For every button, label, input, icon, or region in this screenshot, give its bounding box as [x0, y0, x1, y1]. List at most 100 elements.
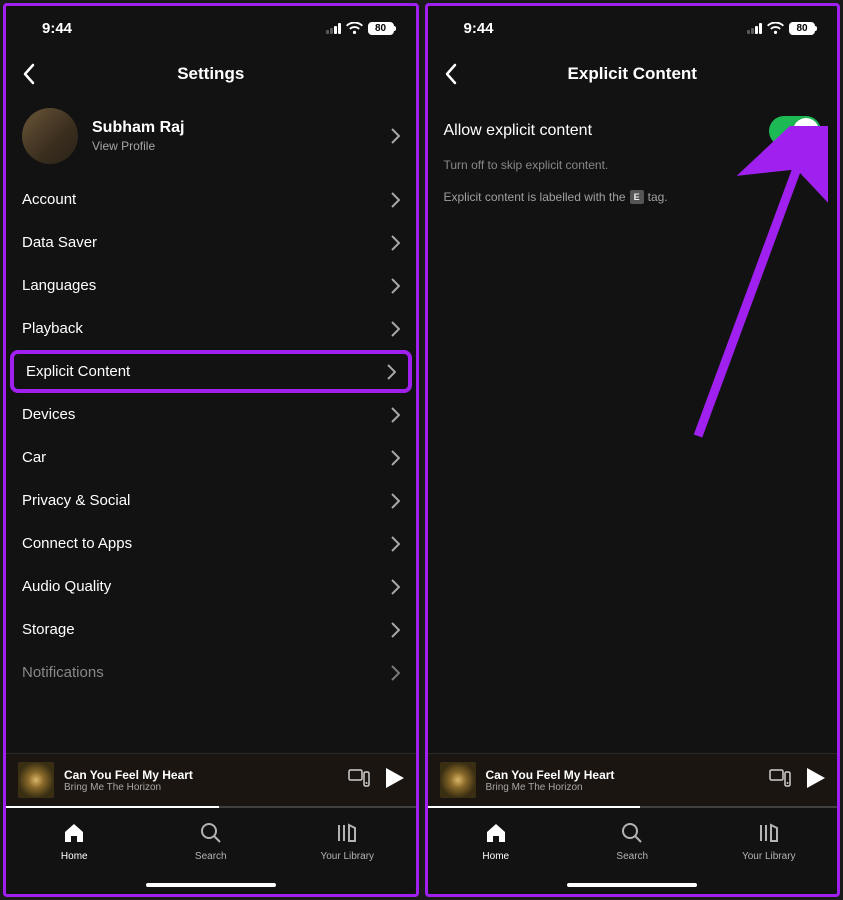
- home-indicator[interactable]: [6, 876, 416, 894]
- chevron-right-icon: [391, 192, 400, 208]
- cellular-icon: [747, 23, 762, 34]
- status-bar: 9:44 80: [6, 6, 416, 50]
- settings-item-label: Notifications: [22, 664, 104, 681]
- settings-item-label: Storage: [22, 621, 75, 638]
- home-icon: [485, 822, 507, 847]
- now-playing-bar[interactable]: Can You Feel My Heart Bring Me The Horiz…: [6, 753, 416, 806]
- avatar: [22, 108, 78, 164]
- nav-search[interactable]: Search: [564, 808, 701, 876]
- chevron-right-icon: [391, 450, 400, 466]
- chevron-right-icon: [391, 622, 400, 638]
- settings-item-label: Audio Quality: [22, 578, 111, 595]
- explicit-content: Allow explicit content Turn off to skip …: [428, 98, 838, 753]
- battery-icon: 80: [789, 22, 815, 35]
- nav-label: Home: [482, 851, 509, 862]
- cellular-icon: [326, 23, 341, 34]
- settings-item-audio-quality[interactable]: Audio Quality: [6, 565, 416, 608]
- bottom-nav: Home Search Your Library: [428, 808, 838, 876]
- back-button[interactable]: [444, 62, 468, 86]
- toggle-label: Allow explicit content: [444, 122, 593, 140]
- album-art: [18, 762, 54, 798]
- settings-content: Subham Raj View Profile Account Data Sav…: [6, 98, 416, 753]
- now-playing-artist: Bring Me The Horizon: [486, 782, 760, 793]
- nav-home[interactable]: Home: [428, 808, 565, 876]
- allow-explicit-toggle[interactable]: [769, 116, 821, 146]
- settings-item-languages[interactable]: Languages: [6, 264, 416, 307]
- settings-item-label: Playback: [22, 320, 83, 337]
- nav-label: Your Library: [320, 851, 374, 862]
- chevron-right-icon: [391, 321, 400, 337]
- page-title: Explicit Content: [428, 64, 838, 84]
- page-title: Settings: [6, 64, 416, 84]
- explicit-hint: Turn off to skip explicit content.: [428, 154, 838, 176]
- now-playing-artist: Bring Me The Horizon: [64, 782, 338, 793]
- allow-explicit-row: Allow explicit content: [428, 98, 838, 154]
- chevron-right-icon: [387, 364, 396, 380]
- settings-item-playback[interactable]: Playback: [6, 307, 416, 350]
- profile-row[interactable]: Subham Raj View Profile: [6, 98, 416, 178]
- settings-item-account[interactable]: Account: [6, 178, 416, 221]
- settings-item-data-saver[interactable]: Data Saver: [6, 221, 416, 264]
- nav-label: Search: [616, 851, 648, 862]
- profile-subtitle: View Profile: [92, 139, 391, 153]
- play-icon[interactable]: [807, 768, 825, 793]
- phone-left-settings: 9:44 80 Settings Subham Raj View Profile: [3, 3, 419, 897]
- play-icon[interactable]: [386, 768, 404, 793]
- header: Settings: [6, 50, 416, 98]
- settings-item-explicit-content[interactable]: Explicit Content: [10, 350, 412, 393]
- devices-icon[interactable]: [348, 769, 370, 792]
- bottom-nav: Home Search Your Library: [6, 808, 416, 876]
- phone-right-explicit: 9:44 80 Explicit Content Allow explicit …: [425, 3, 841, 897]
- search-icon: [200, 822, 222, 847]
- header: Explicit Content: [428, 50, 838, 98]
- search-icon: [621, 822, 643, 847]
- back-button[interactable]: [22, 62, 46, 86]
- settings-item-devices[interactable]: Devices: [6, 393, 416, 436]
- chevron-right-icon: [391, 665, 400, 681]
- now-playing-title: Can You Feel My Heart: [486, 768, 760, 782]
- library-icon: [758, 822, 780, 847]
- settings-item-label: Connect to Apps: [22, 535, 132, 552]
- nav-label: Home: [61, 851, 88, 862]
- status-time: 9:44: [42, 20, 72, 37]
- chevron-right-icon: [391, 235, 400, 251]
- chevron-right-icon: [391, 128, 400, 144]
- profile-name: Subham Raj: [92, 119, 391, 137]
- wifi-icon: [346, 22, 363, 34]
- status-right: 80: [747, 22, 815, 35]
- home-icon: [63, 822, 85, 847]
- status-right: 80: [326, 22, 394, 35]
- now-playing-bar[interactable]: Can You Feel My Heart Bring Me The Horiz…: [428, 753, 838, 806]
- chevron-right-icon: [391, 407, 400, 423]
- chevron-right-icon: [391, 278, 400, 294]
- settings-item-label: Account: [22, 191, 76, 208]
- nav-search[interactable]: Search: [143, 808, 280, 876]
- settings-item-label: Explicit Content: [26, 363, 130, 380]
- nav-label: Search: [195, 851, 227, 862]
- status-time: 9:44: [464, 20, 494, 37]
- settings-item-connect-apps[interactable]: Connect to Apps: [6, 522, 416, 565]
- settings-item-label: Data Saver: [22, 234, 97, 251]
- status-bar: 9:44 80: [428, 6, 838, 50]
- nav-library[interactable]: Your Library: [279, 808, 416, 876]
- nav-home[interactable]: Home: [6, 808, 143, 876]
- settings-item-label: Languages: [22, 277, 96, 294]
- settings-item-label: Car: [22, 449, 46, 466]
- battery-icon: 80: [368, 22, 394, 35]
- home-indicator[interactable]: [428, 876, 838, 894]
- chevron-right-icon: [391, 536, 400, 552]
- settings-item-car[interactable]: Car: [6, 436, 416, 479]
- settings-item-label: Devices: [22, 406, 75, 423]
- wifi-icon: [767, 22, 784, 34]
- settings-item-notifications[interactable]: Notifications: [6, 651, 416, 694]
- explicit-hint-tag: Explicit content is labelled with the E …: [428, 176, 838, 218]
- devices-icon[interactable]: [769, 769, 791, 792]
- settings-item-label: Privacy & Social: [22, 492, 130, 509]
- settings-item-privacy-social[interactable]: Privacy & Social: [6, 479, 416, 522]
- now-playing-title: Can You Feel My Heart: [64, 768, 338, 782]
- album-art: [440, 762, 476, 798]
- explicit-tag-icon: E: [630, 190, 644, 204]
- nav-library[interactable]: Your Library: [701, 808, 838, 876]
- chevron-right-icon: [391, 493, 400, 509]
- settings-item-storage[interactable]: Storage: [6, 608, 416, 651]
